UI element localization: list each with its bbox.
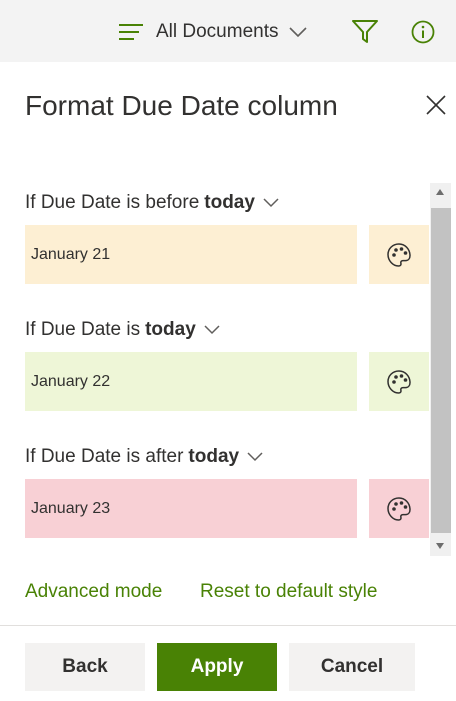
view-switcher-label: All Documents — [156, 21, 279, 42]
rule-condition-keyword: today — [145, 319, 196, 340]
rule-condition-dropdown[interactable]: If Due Date is after today — [25, 446, 263, 468]
lines-icon — [119, 24, 143, 40]
rule-value-field[interactable]: January 21 — [25, 225, 357, 284]
style-picker-button[interactable] — [369, 479, 429, 538]
footer-divider — [0, 625, 456, 626]
info-icon[interactable] — [411, 20, 435, 44]
rule-condition-keyword: today — [188, 446, 240, 467]
filter-icon[interactable] — [352, 20, 378, 44]
cancel-button[interactable]: Cancel — [289, 643, 415, 691]
chevron-down-icon — [247, 452, 263, 462]
scrollbar[interactable] — [430, 183, 451, 556]
advanced-mode-link[interactable]: Advanced mode — [25, 581, 162, 603]
close-icon[interactable] — [425, 94, 447, 116]
palette-icon — [387, 496, 411, 521]
scrollbar-thumb[interactable] — [431, 208, 451, 533]
rule-condition-text: If Due Date is after — [25, 446, 184, 467]
chevron-down-icon — [263, 198, 279, 208]
style-picker-button[interactable] — [369, 225, 429, 284]
panel-title: Format Due Date column — [25, 90, 338, 121]
style-picker-button[interactable] — [369, 352, 429, 411]
palette-icon — [387, 242, 411, 267]
rules-list: If Due Date is before today January 21 I… — [25, 180, 430, 560]
rule-condition-text: If Due Date is — [25, 319, 141, 340]
apply-button[interactable]: Apply — [157, 643, 277, 691]
rule-condition-dropdown[interactable]: If Due Date is before today — [25, 192, 279, 214]
palette-icon — [387, 369, 411, 394]
reset-default-style-link[interactable]: Reset to default style — [200, 581, 377, 603]
rule-value-field[interactable]: January 22 — [25, 352, 357, 411]
chevron-down-icon — [204, 325, 220, 335]
back-button[interactable]: Back — [25, 643, 145, 691]
rule-condition-keyword: today — [204, 192, 255, 213]
command-bar: All Documents — [0, 0, 456, 62]
scroll-down-arrow-icon[interactable] — [435, 542, 445, 550]
scroll-up-arrow-icon[interactable] — [435, 188, 445, 196]
rule-condition-dropdown[interactable]: If Due Date is today — [25, 319, 220, 341]
chevron-down-icon — [288, 27, 307, 38]
rule-value-field[interactable]: January 23 — [25, 479, 357, 538]
view-switcher[interactable]: All Documents — [118, 18, 307, 46]
rule-condition-text: If Due Date is before — [25, 192, 200, 213]
